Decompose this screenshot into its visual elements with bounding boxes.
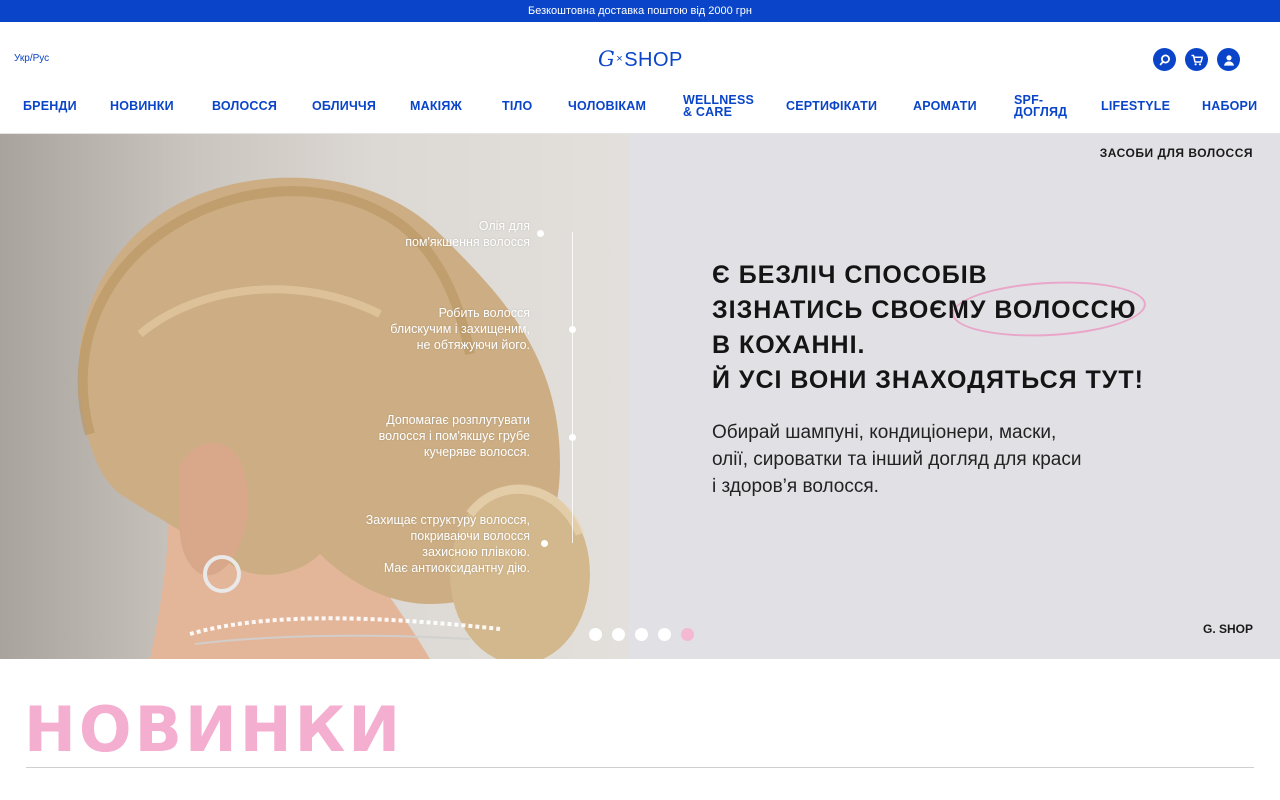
nav-item-face[interactable]: ОБЛИЧЧЯ: [312, 92, 376, 120]
section-divider: [26, 767, 1254, 768]
callout-1: Олія для пом'якшення волосся: [405, 219, 530, 249]
main-nav: БРЕНДИ НОВИНКИ ВОЛОССЯ ОБЛИЧЧЯ МАКІЯЖ ТІ…: [0, 92, 1280, 122]
callout-dot-4: [541, 540, 548, 547]
search-icon[interactable]: [1153, 48, 1176, 71]
nav-item-certificates[interactable]: СЕРТИФІКАТИ: [786, 92, 877, 120]
carousel-dot-1[interactable]: [589, 628, 602, 641]
hero-banner[interactable]: Олія для пом'якшення волосся Робить волос…: [0, 134, 1280, 659]
logo-g: G: [598, 47, 616, 71]
section-title: НОВИНКИ: [24, 693, 404, 766]
site-header: Укр/Рус G × SHOP БРЕНДИ НОВИНКИ ВОЛОССЯ …: [0, 22, 1280, 134]
carousel-dot-5[interactable]: [681, 628, 694, 641]
carousel-dots: [589, 628, 694, 641]
nav-item-men[interactable]: ЧОЛОВІКАМ: [568, 92, 646, 120]
logo-x: ×: [616, 53, 624, 65]
callout-4: Захищає структуру волосся, покриваючи вол…: [365, 513, 530, 575]
carousel-dot-3[interactable]: [635, 628, 648, 641]
nav-item-lifestyle[interactable]: LIFESTYLE: [1101, 92, 1170, 120]
hero-photo: Олія для пом'якшення волосся Робить волос…: [0, 134, 628, 659]
nav-item-hair[interactable]: ВОЛОССЯ: [212, 92, 277, 120]
user-icon[interactable]: [1217, 48, 1240, 71]
hair-illustration: [77, 177, 590, 659]
nav-item-body[interactable]: ТІЛО: [502, 92, 532, 120]
language-switch[interactable]: Укр/Рус: [14, 53, 49, 64]
carousel-dot-2[interactable]: [612, 628, 625, 641]
cart-icon[interactable]: [1185, 48, 1208, 71]
logo-shop: SHOP: [624, 49, 683, 71]
hero-brand: G. SHOP: [1202, 622, 1253, 636]
hero-description: Обирай шампуні, кондиціонери, маски, олі…: [712, 422, 1082, 497]
logo[interactable]: G × SHOP: [598, 47, 683, 72]
nav-item-makeup[interactable]: МАКІЯЖ: [410, 92, 462, 120]
nav-item-wellness[interactable]: WELLNESS & CARE: [683, 92, 754, 120]
header-actions: [1153, 48, 1240, 71]
nav-item-spf[interactable]: SPF- ДОГЛЯД: [1014, 92, 1067, 120]
callout-dot-1: [537, 230, 544, 237]
nav-item-brands[interactable]: БРЕНДИ: [23, 92, 77, 120]
callout-dot-2: [569, 326, 576, 333]
promo-bar: Безкоштовна доставка поштою від 2000 грн: [0, 0, 1280, 22]
nav-item-sets[interactable]: НАБОРИ: [1202, 92, 1257, 120]
promo-text: Безкоштовна доставка поштою від 2000 грн: [527, 5, 752, 17]
nav-item-new[interactable]: НОВИНКИ: [110, 92, 174, 120]
carousel-dot-4[interactable]: [658, 628, 671, 641]
callout-3: Допомагає розплутувати волосся і пом'якшу…: [378, 413, 530, 459]
callout-connector: [572, 232, 573, 543]
hero-tag: ЗАСОБИ ДЛЯ ВОЛОССЯ: [1099, 146, 1253, 160]
callout-2: Робить волосся блискучим і захищеним, не о…: [390, 306, 530, 352]
nav-item-aromas[interactable]: АРОМАТИ: [913, 92, 977, 120]
callout-dot-3: [569, 434, 576, 441]
hero-headline: Є БЕЗЛІЧ СПОСОБІВ ЗІЗНАТИСЬ СВОЄМУ ВОЛОС…: [712, 261, 1144, 394]
